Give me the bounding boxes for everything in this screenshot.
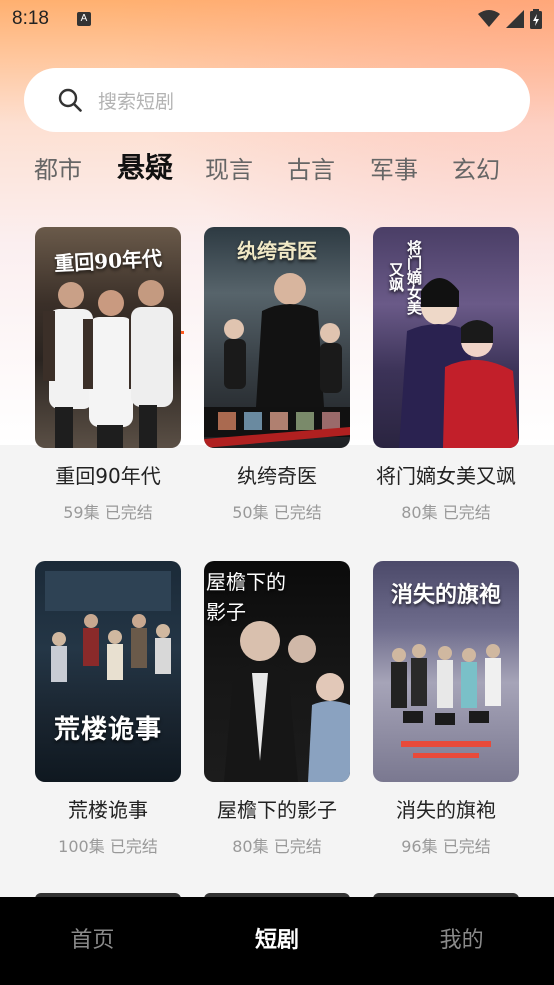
- nav-mine[interactable]: 我的: [369, 897, 554, 985]
- drama-poster[interactable]: 屋檐下的影子: [204, 561, 350, 782]
- drama-poster[interactable]: 荒楼诡事: [35, 561, 181, 782]
- episode-count: 96集: [401, 837, 438, 856]
- completion-status: 已完结: [442, 837, 491, 856]
- drama-meta: 96集 已完结: [373, 833, 519, 857]
- completion-status: 已完结: [442, 503, 491, 522]
- drama-grid: 重回90年代 重回90年代 59集 已完结 纨绔奇医 纨绔奇医 50集 已完结 …: [0, 0, 554, 985]
- drama-card[interactable]: 重回90年代 重回90年代 59集 已完结: [35, 227, 181, 523]
- nav-short-drama[interactable]: 短剧: [185, 897, 370, 985]
- poster-title-text: 纨绔奇医: [237, 239, 317, 263]
- drama-card[interactable]: 将门嫡女美又飒 将门嫡女美又飒 80集 已完结: [373, 227, 519, 523]
- drama-meta: 80集 已完结: [373, 499, 519, 523]
- drama-meta: 80集 已完结: [204, 833, 350, 857]
- drama-poster[interactable]: 消失的旗袍: [373, 561, 519, 782]
- episode-count: 80集: [232, 837, 269, 856]
- drama-card[interactable]: 荒楼诡事 荒楼诡事 100集 已完结: [35, 561, 181, 857]
- completion-status: 已完结: [273, 837, 322, 856]
- drama-poster[interactable]: 重回90年代: [35, 227, 181, 448]
- poster-figures: [43, 280, 173, 448]
- poster-title-text: 重回90年代: [53, 246, 163, 276]
- poster-title-text: 屋檐下的影子: [206, 570, 286, 624]
- drama-title[interactable]: 屋檐下的影子: [204, 794, 350, 823]
- drama-meta: 100集 已完结: [35, 833, 181, 857]
- drama-title[interactable]: 纨绔奇医: [204, 460, 350, 489]
- poster-title-text: 消失的旗袍: [390, 582, 501, 608]
- drama-title[interactable]: 将门嫡女美又飒: [373, 460, 519, 489]
- drama-card[interactable]: 消失的旗袍 消失的旗袍 96集 已完结: [373, 561, 519, 857]
- completion-status: 已完结: [273, 503, 322, 522]
- nav-home[interactable]: 首页: [0, 897, 185, 985]
- episode-count: 59集: [63, 503, 100, 522]
- poster-figures: [204, 273, 350, 448]
- drama-title[interactable]: 荒楼诡事: [35, 794, 181, 823]
- drama-title[interactable]: 消失的旗袍: [373, 794, 519, 823]
- drama-meta: 59集 已完结: [35, 499, 181, 523]
- episode-count: 80集: [401, 503, 438, 522]
- poster-figures: [399, 278, 519, 448]
- episode-count: 50集: [232, 503, 269, 522]
- bottom-navigation: 首页 短剧 我的: [0, 897, 554, 985]
- poster-figures: [45, 571, 171, 682]
- completion-status: 已完结: [109, 837, 158, 856]
- drama-poster[interactable]: 纨绔奇医: [204, 227, 350, 448]
- poster-title-text: 荒楼诡事: [53, 715, 162, 745]
- episode-count: 100集: [58, 837, 105, 856]
- drama-card[interactable]: 纨绔奇医 纨绔奇医 50集 已完结: [204, 227, 350, 523]
- drama-poster[interactable]: 将门嫡女美又飒: [373, 227, 519, 448]
- drama-title[interactable]: 重回90年代: [35, 460, 181, 489]
- poster-figures: [224, 621, 350, 782]
- drama-card[interactable]: 屋檐下的影子 屋檐下的影子 80集 已完结: [204, 561, 350, 857]
- poster-figures: [391, 644, 501, 758]
- completion-status: 已完结: [104, 503, 153, 522]
- drama-meta: 50集 已完结: [204, 499, 350, 523]
